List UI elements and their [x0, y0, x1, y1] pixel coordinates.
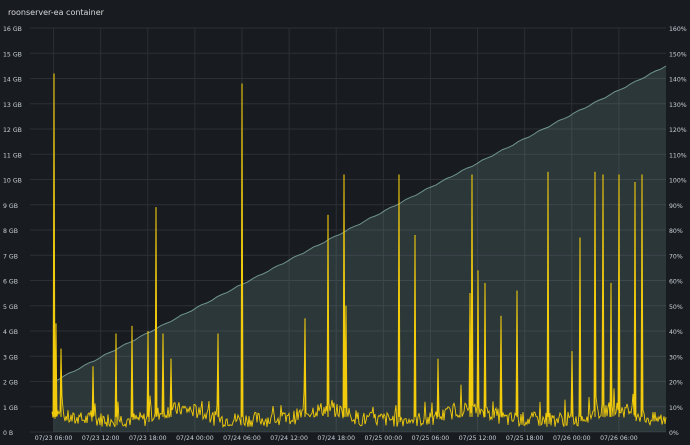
y-tick-label-left: 9 GB [3, 203, 18, 210]
y-tick-label-right: 160% [669, 26, 687, 33]
y-tick-label-right: 30% [669, 354, 683, 361]
x-tick-label: 07/26 00:00 [553, 435, 591, 442]
y-tick-label-right: 20% [669, 380, 683, 387]
x-tick-label: 07/24 00:00 [176, 435, 214, 442]
y-tick-label-left: 5 GB [3, 304, 18, 311]
chart-svg: 0 B 1 GB 2 GB 3 GB 4 GB 5 GB 6 GB 7 GB 8 GB 9 GB 1… [3, 26, 687, 442]
y-tick-label-right: 0% [669, 430, 679, 437]
y-tick-label-left: 7 GB [3, 253, 18, 260]
y-tick-label-right: 80% [669, 228, 683, 235]
y-tick-label-right: 140% [669, 77, 687, 84]
y-tick-label-left: 14 GB [3, 77, 22, 84]
x-tick-label: 07/25 18:00 [506, 435, 544, 442]
x-tick-label: 07/23 06:00 [35, 435, 73, 442]
y-tick-label-left: 13 GB [3, 102, 22, 109]
y-tick-label-right: 70% [669, 253, 683, 260]
y-tick-label-left: 10 GB [3, 178, 22, 185]
y-tick-label-left: 6 GB [3, 279, 18, 286]
y-tick-label-right: 10% [669, 405, 683, 412]
x-tick-label: 07/26 06:00 [600, 435, 638, 442]
y-tick-label-left: 2 GB [3, 380, 18, 387]
x-tick-label: 07/25 00:00 [365, 435, 403, 442]
y-tick-label-right: 130% [669, 102, 687, 109]
y-tick-label-right: 40% [669, 329, 683, 336]
y-tick-label-left: 0 B [3, 430, 13, 437]
x-tick-label: 07/24 12:00 [270, 435, 308, 442]
y-tick-label-left: 16 GB [3, 26, 22, 33]
y-tick-label-right: 120% [669, 127, 687, 134]
x-tick-label: 07/23 12:00 [82, 435, 120, 442]
x-tick-label: 07/23 18:00 [129, 435, 167, 442]
y-tick-label-left: 15 GB [3, 51, 22, 58]
y-tick-label-right: 60% [669, 279, 683, 286]
y-tick-label-right: 100% [669, 178, 687, 185]
y-tick-label-right: 90% [669, 203, 683, 210]
y-tick-label-left: 8 GB [3, 228, 18, 235]
chart-panel: roonserver-ea container 0 B1 GB 2 GB 3 GB 4… [0, 0, 690, 445]
x-tick-label: 07/24 06:00 [223, 435, 261, 442]
y-tick-label-right: 50% [669, 304, 683, 311]
x-tick-label: 07/25 06:00 [412, 435, 450, 442]
y-tick-label-left: 4 GB [3, 329, 18, 336]
y-tick-label-left: 3 GB [3, 354, 18, 361]
y-tick-label-left: 12 GB [3, 127, 22, 134]
memory-area [53, 66, 667, 432]
y-tick-label-left: 11 GB [3, 152, 22, 159]
x-tick-label: 07/24 18:00 [317, 435, 355, 442]
x-tick-label: 07/25 12:00 [459, 435, 497, 442]
y-tick-label-left: 1 GB [3, 405, 18, 412]
y-tick-label-right: 150% [669, 51, 687, 58]
y-tick-label-right: 110% [669, 152, 687, 159]
